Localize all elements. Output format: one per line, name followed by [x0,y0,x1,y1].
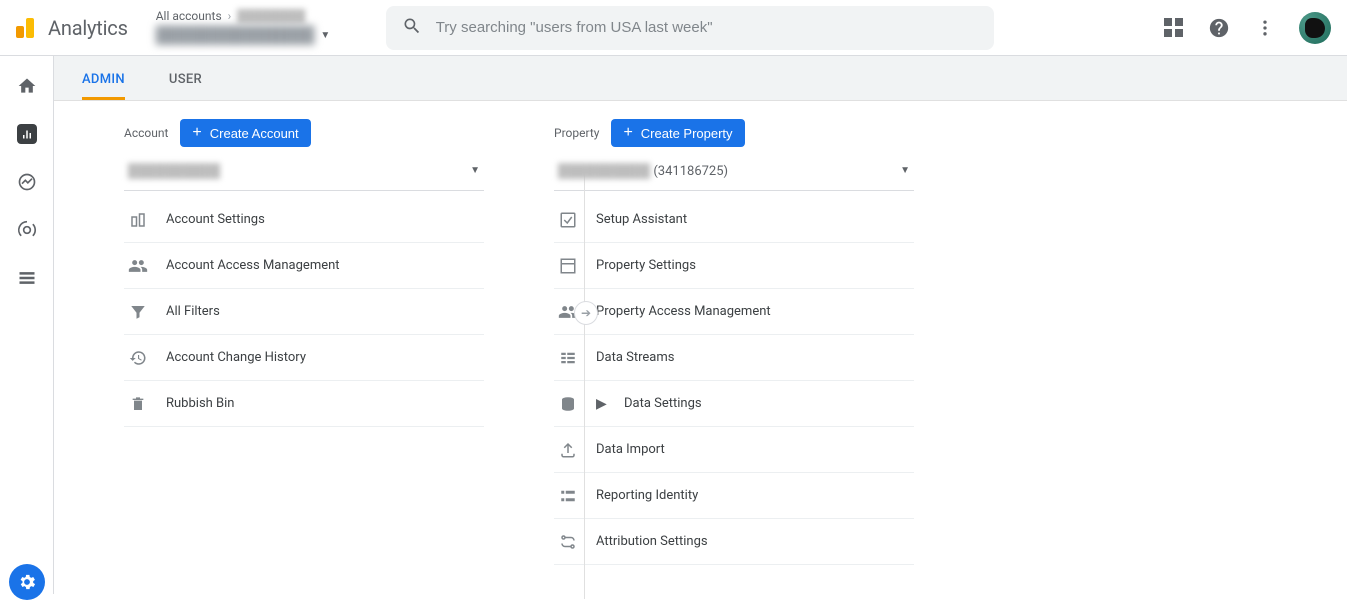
help-icon[interactable] [1207,16,1231,40]
property-column: Property + Create Property ██████████ ██… [554,119,914,565]
navigate-next-button[interactable]: ➔ [574,301,598,325]
topbar-right [1161,12,1331,44]
product-name: Analytics [48,16,128,40]
account-access-item[interactable]: Account Access Management [124,243,484,289]
breadcrumb-prefix: All accounts [156,9,222,25]
attribution-icon [558,532,578,552]
building-icon [128,210,148,230]
admin-gear-button[interactable] [9,564,45,600]
breadcrumb-sub: ██████████████ [156,25,315,46]
property-access-item[interactable]: Property Access Management [554,289,914,335]
account-selector[interactable]: ██████████ ▼ [124,159,484,191]
plus-icon: + [623,125,632,141]
advertising-icon[interactable] [17,220,37,240]
create-property-button[interactable]: + Create Property [611,119,744,147]
search-bar[interactable] [386,6,994,50]
caret-down-icon: ▼ [320,29,330,42]
more-vert-icon[interactable] [1253,16,1277,40]
reports-icon[interactable] [17,124,37,144]
database-icon [558,394,578,414]
tab-user[interactable]: USER [169,72,202,100]
create-property-label: Create Property [641,126,733,141]
analytics-logo [16,18,34,38]
create-account-label: Create Account [210,126,299,141]
account-column: Account + Create Account ██████████ ▼ Ac… [124,119,484,565]
property-settings-item[interactable]: Property Settings [554,243,914,289]
caret-right-icon: ▶ [596,396,606,412]
history-icon [128,348,148,368]
create-account-button[interactable]: + Create Account [180,119,310,147]
trash-icon [128,394,148,414]
tab-admin[interactable]: ADMIN [82,72,125,100]
admin-panel: ➔ Account + Create Account ██████████ ▼ [54,101,1347,599]
apps-icon[interactable] [1161,16,1185,40]
account-picker[interactable]: All accounts › ████████ ██████████████ ▼ [156,9,366,45]
left-nav [0,56,54,594]
upload-icon [558,440,578,460]
attribution-settings-item[interactable]: Attribution Settings [554,519,914,565]
avatar[interactable] [1299,12,1331,44]
setup-assistant-item[interactable]: Setup Assistant [554,197,914,243]
column-divider [584,171,585,599]
check-box-icon [558,210,578,230]
search-icon [402,16,422,40]
caret-down-icon: ▼ [470,165,480,176]
account-settings-item[interactable]: Account Settings [124,197,484,243]
property-section-label: Property [554,126,599,140]
breadcrumb-entity: ████████ [237,9,305,25]
identity-icon [558,486,578,506]
property-selected: ██████████ ██████████ (341186725)(341186… [558,163,728,179]
chevron-right-icon: › [228,9,232,25]
filter-icon [128,302,148,322]
configure-icon[interactable] [17,268,37,288]
data-settings-item[interactable]: ▶ Data Settings [554,381,914,427]
tabs: ADMIN USER [54,56,1347,100]
people-icon [128,256,148,276]
account-history-item[interactable]: Account Change History [124,335,484,381]
layout-icon [558,256,578,276]
account-selected: ██████████ [128,163,220,179]
streams-icon [558,348,578,368]
data-streams-item[interactable]: Data Streams [554,335,914,381]
caret-down-icon: ▼ [900,165,910,176]
topbar: Analytics All accounts › ████████ ██████… [0,0,1347,56]
data-import-item[interactable]: Data Import [554,427,914,473]
property-selector[interactable]: ██████████ ██████████ (341186725)(341186… [554,159,914,191]
explore-icon[interactable] [17,172,37,192]
all-filters-item[interactable]: All Filters [124,289,484,335]
reporting-identity-item[interactable]: Reporting Identity [554,473,914,519]
main-area: ADMIN USER ➔ Account + Create Account ██… [54,56,1347,594]
rubbish-bin-item[interactable]: Rubbish Bin [124,381,484,427]
account-section-label: Account [124,126,168,140]
home-icon[interactable] [17,76,37,96]
search-input[interactable] [436,19,978,36]
plus-icon: + [192,125,201,141]
